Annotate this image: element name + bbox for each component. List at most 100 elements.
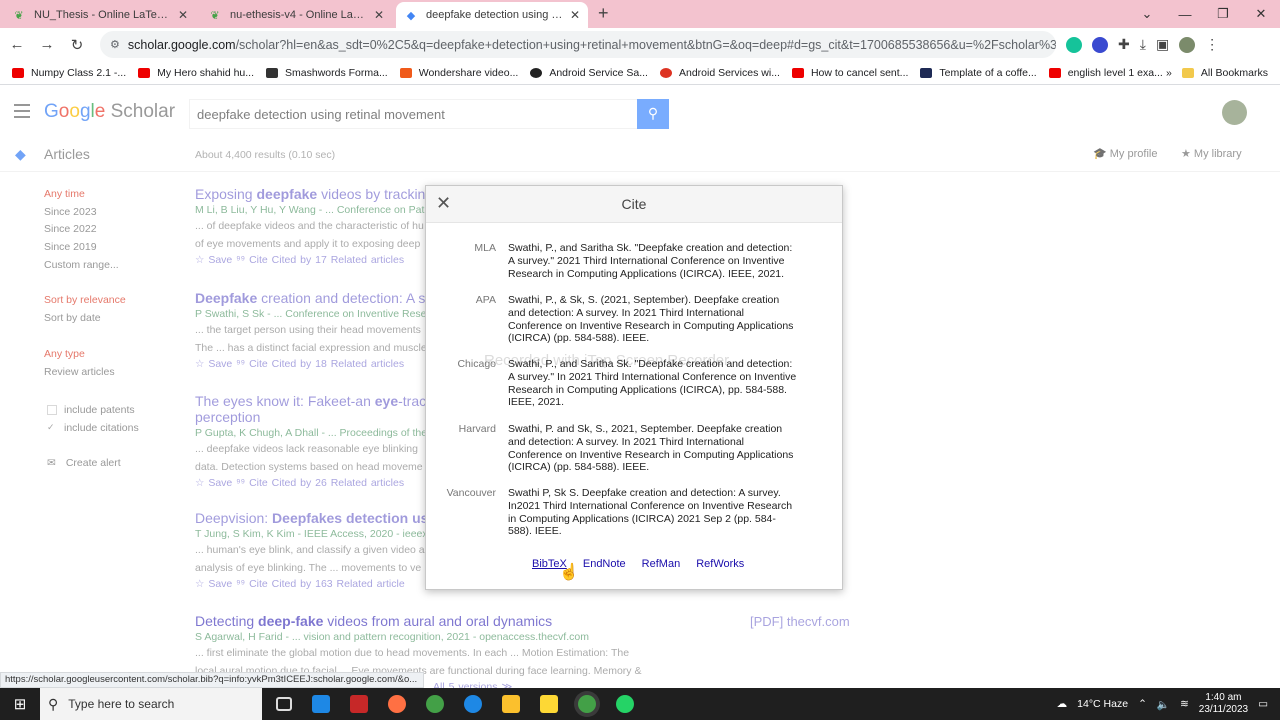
whatsapp-icon[interactable] — [616, 695, 634, 713]
file-explorer-icon[interactable] — [502, 695, 520, 713]
citation-chicago: Chicago Swathi, P., and Saritha Sk. "Dee… — [426, 358, 844, 409]
smashwords-icon — [266, 67, 279, 78]
tab-title: deepfake detection using retina — [426, 9, 564, 21]
notifications-icon[interactable]: ▭ — [1258, 698, 1268, 710]
citation-text[interactable]: Swathi P, Sk S. Deepfake creation and de… — [508, 487, 800, 538]
chrome-active-icon[interactable] — [578, 695, 596, 713]
browser-tab-strip: ❦ NU_Thesis - Online LaTeX Editor ✕ ❦ nu… — [0, 0, 1280, 28]
bookmark-item[interactable]: Smashwords Forma... — [266, 67, 388, 79]
browser-tab-3[interactable]: ◆ deepfake detection using retina ✕ — [396, 2, 588, 28]
close-tab-icon[interactable]: ✕ — [374, 8, 384, 22]
citation-mla: MLA Swathi, P., and Saritha Sk. "Deepfak… — [426, 242, 844, 280]
wondershare-icon — [399, 67, 412, 78]
new-tab-icon[interactable]: + — [598, 3, 609, 24]
citation-text[interactable]: Swathi, P., and Saritha Sk. "Deepfake cr… — [508, 242, 800, 280]
citation-text[interactable]: Swathi, P. and Sk, S., 2021, September. … — [508, 423, 800, 474]
scholar-icon: ◆ — [406, 9, 416, 22]
hand-cursor-icon: ☝ — [559, 564, 579, 581]
cite-dialog-header: ✕ Cite — [426, 186, 842, 223]
youtube-icon — [1048, 67, 1061, 78]
search-icon: ⚲ — [48, 695, 59, 712]
citation-apa: APA Swathi, P., & Sk, S. (2021, Septembe… — [426, 294, 844, 345]
mail-icon[interactable] — [312, 695, 330, 713]
browser-toolbar: ← → ↻ ⚙ scholar.google.com /scholar?hl=e… — [0, 28, 1280, 61]
task-view-icon[interactable] — [276, 697, 292, 711]
reload-icon[interactable]: ↻ — [64, 36, 90, 54]
all-bookmarks[interactable]: » All Bookmarks — [1166, 67, 1268, 79]
overleaf-icon: ❦ — [14, 9, 24, 22]
screen-recorder-icon[interactable] — [350, 695, 368, 713]
link-status-bar: https://scholar.googleusercontent.com/sc… — [0, 672, 424, 688]
endnote-link[interactable]: EndNote — [583, 558, 626, 570]
forward-icon[interactable]: → — [34, 36, 60, 53]
bookmark-item[interactable]: Android Service Sa... — [530, 67, 648, 79]
window-controls: ⌄ — ❐ ✕ — [1128, 0, 1280, 28]
edge-icon[interactable] — [464, 695, 482, 713]
citation-style-label: MLA — [474, 242, 496, 254]
close-tab-icon[interactable]: ✕ — [570, 8, 580, 22]
citation-vancouver: Vancouver Swathi P, Sk S. Deepfake creat… — [426, 487, 844, 538]
windows-taskbar: ⊞ ⚲ Type here to search ☁ 14°C Haze ⌃ 🔈 … — [0, 688, 1280, 720]
url-host: scholar.google.com — [127, 37, 236, 52]
puzzle-icon[interactable]: ✚ — [1118, 36, 1130, 53]
minimize-icon[interactable]: — — [1166, 7, 1204, 22]
clock[interactable]: 1:40 am 23/11/2023 — [1199, 692, 1248, 716]
grammarly-icon[interactable] — [1066, 36, 1082, 53]
youtube-icon — [12, 67, 24, 78]
bookmarks-bar: Numpy Class 2.1 -... My Hero shahid hu..… — [0, 61, 1280, 85]
cite-dialog-title: Cite — [621, 196, 647, 212]
chevron-up-icon[interactable]: ⌃ — [1138, 698, 1147, 710]
bookmark-item[interactable]: My Hero shahid hu... — [138, 67, 254, 79]
sticky-notes-icon[interactable] — [540, 695, 558, 713]
tab-title: nu-ethesis-v4 - Online LaTeX Edi — [230, 9, 368, 21]
folder-icon — [1181, 67, 1194, 78]
android-services-icon — [659, 67, 672, 78]
close-tab-icon[interactable]: ✕ — [178, 8, 188, 22]
taskbar-search[interactable]: ⚲ Type here to search — [40, 688, 262, 720]
refworks-link[interactable]: RefWorks — [696, 558, 744, 570]
extensions-area: ✚ ⤓ ▣ ⋮ — [1066, 36, 1219, 53]
chrome-icon[interactable] — [426, 695, 444, 713]
windows-start-icon[interactable]: ⊞ — [0, 695, 40, 713]
bookmark-item[interactable]: How to cancel sent... — [791, 67, 908, 79]
volume-icon[interactable]: 🔈 — [1157, 698, 1170, 711]
citation-style-label: Vancouver — [446, 487, 496, 499]
weather-text[interactable]: 14°C Haze — [1077, 698, 1128, 710]
citation-style-label: APA — [475, 294, 496, 306]
tab-search-icon[interactable]: ⌄ — [1128, 6, 1166, 22]
menu-icon[interactable]: ⋮ — [1205, 36, 1219, 53]
bookmark-item[interactable]: Numpy Class 2.1 -... — [12, 67, 126, 79]
extension-icon[interactable] — [1092, 36, 1108, 53]
youtube-icon — [791, 67, 804, 78]
taskbar-apps — [276, 695, 634, 713]
bookmark-item[interactable]: english level 1 exa... — [1048, 67, 1163, 79]
firefox-icon[interactable] — [388, 695, 406, 713]
close-window-icon[interactable]: ✕ — [1242, 6, 1280, 22]
youtube-icon — [138, 67, 151, 78]
profile-avatar[interactable] — [1179, 36, 1196, 53]
browser-tab-1[interactable]: ❦ NU_Thesis - Online LaTeX Editor ✕ — [4, 2, 196, 28]
template-icon — [920, 67, 933, 78]
side-panel-icon[interactable]: ▣ — [1156, 36, 1169, 53]
citation-style-label: Harvard — [458, 423, 496, 435]
weather-icon[interactable]: ☁ — [1057, 698, 1068, 710]
bookmark-item[interactable]: Template of a coffe... — [920, 67, 1037, 79]
site-info-icon[interactable]: ⚙ — [110, 38, 120, 51]
address-bar[interactable]: ⚙ scholar.google.com /scholar?hl=en&as_s… — [100, 31, 1056, 58]
citation-text[interactable]: Swathi, P., & Sk, S. (2021, September). … — [508, 294, 800, 345]
bookmark-item[interactable]: Android Services wi... — [659, 67, 780, 79]
overleaf-icon: ❦ — [210, 9, 220, 22]
browser-tab-2[interactable]: ❦ nu-ethesis-v4 - Online LaTeX Edi ✕ — [200, 2, 392, 28]
system-tray: ☁ 14°C Haze ⌃ 🔈 ≋ 1:40 am 23/11/2023 ▭ — [1057, 692, 1280, 716]
maximize-icon[interactable]: ❐ — [1204, 6, 1242, 22]
refman-link[interactable]: RefMan — [642, 558, 681, 570]
citation-text[interactable]: Swathi, P., and Saritha Sk. "Deepfake cr… — [508, 358, 800, 409]
bookmark-item[interactable]: Wondershare video... — [399, 67, 518, 79]
download-icon[interactable]: ⤓ — [1140, 36, 1146, 53]
cite-dialog: ✕ Cite Recorded with iTop Screen Recorde… — [425, 185, 843, 590]
chevron-right-icon[interactable]: » — [1166, 67, 1172, 79]
wifi-icon[interactable]: ≋ — [1180, 698, 1189, 710]
tab-title: NU_Thesis - Online LaTeX Editor — [34, 9, 172, 21]
back-icon[interactable]: ← — [4, 36, 30, 53]
url-path: /scholar?hl=en&as_sdt=0%2C5&q=deepfake+d… — [235, 37, 1056, 52]
